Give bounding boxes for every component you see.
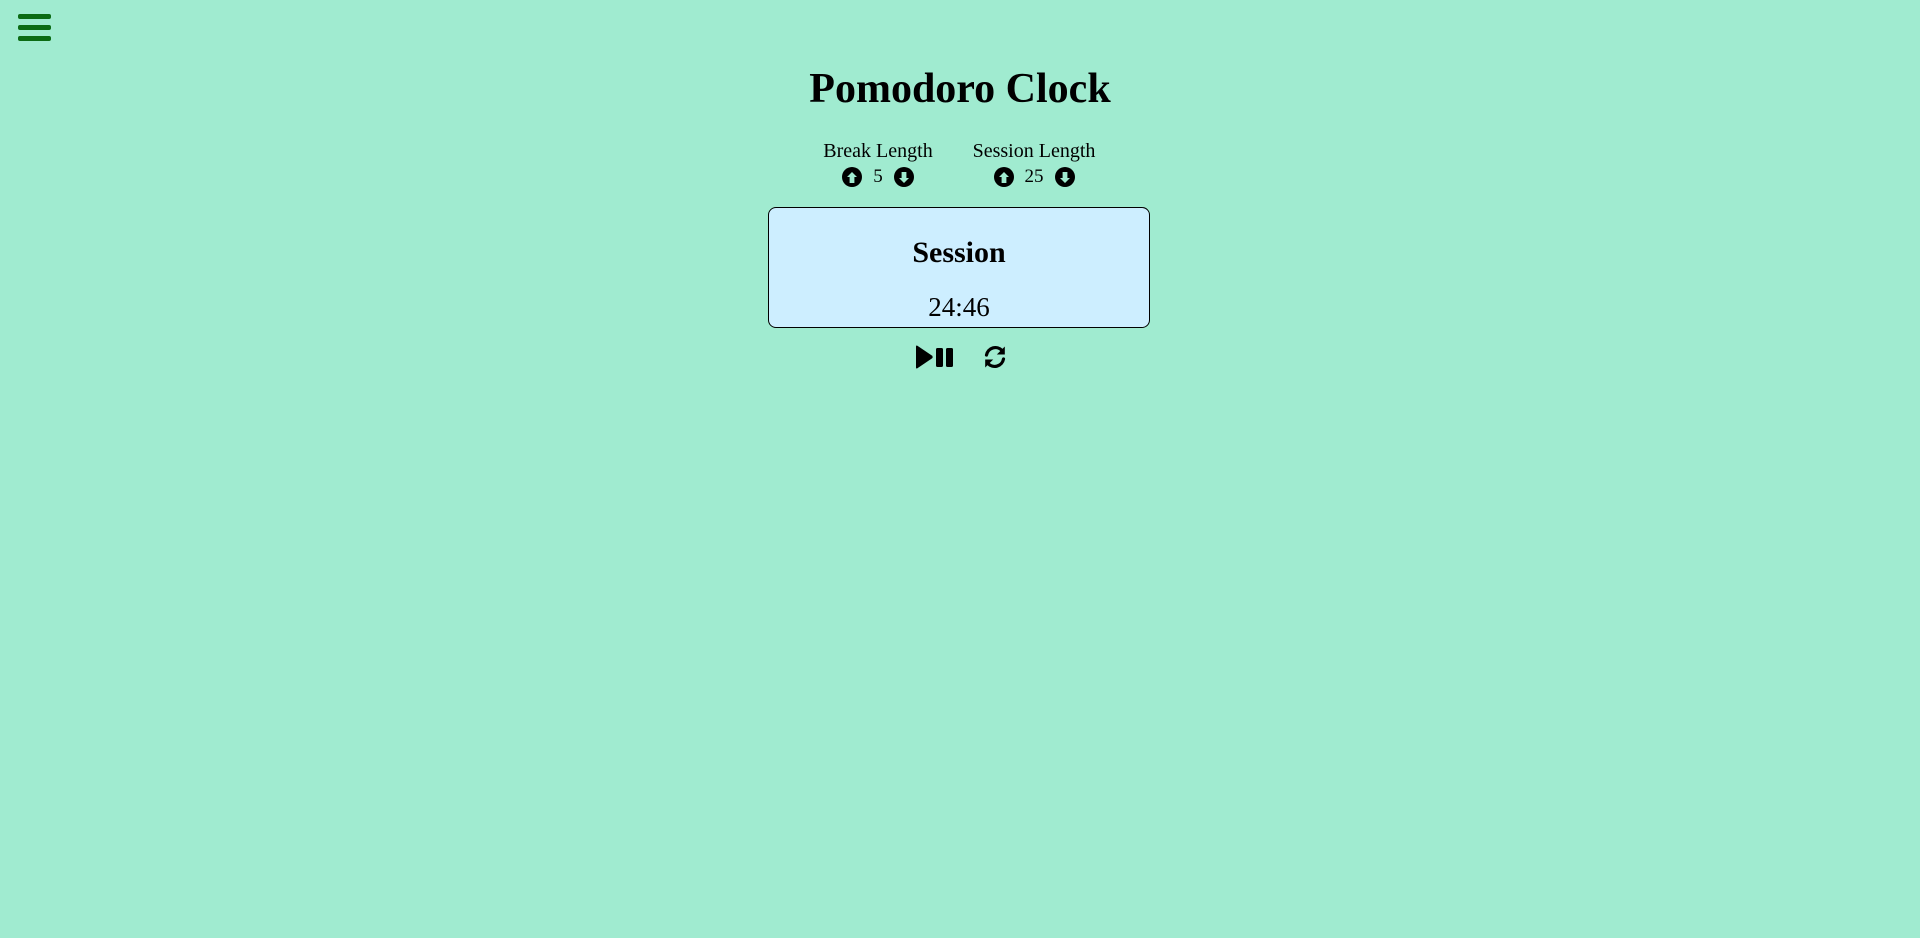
session-length-label: Session Length	[972, 140, 1096, 162]
play-pause-icon	[916, 345, 953, 369]
timer-label: Session	[912, 236, 1006, 269]
arrow-up-icon	[998, 171, 1009, 183]
break-increment-button[interactable]	[842, 167, 863, 187]
arrow-down-icon	[1059, 171, 1070, 183]
break-length-control: Break Length 5	[798, 139, 958, 189]
arrow-up-icon	[847, 171, 858, 183]
session-decrement-button[interactable]	[1054, 167, 1075, 187]
break-length-label: Break Length	[823, 140, 933, 162]
timer-display: Session 24:46	[768, 207, 1150, 328]
page-title: Pomodoro Clock	[809, 66, 1111, 112]
session-length-row: 25	[954, 165, 1114, 189]
session-length-control: Session Length 25	[954, 139, 1114, 189]
time-left: 24:46	[928, 292, 990, 322]
menu-bar	[18, 25, 51, 30]
reset-button[interactable]	[982, 344, 1008, 370]
hamburger-menu-icon[interactable]	[18, 13, 51, 43]
menu-bar	[18, 36, 51, 41]
break-decrement-button[interactable]	[893, 167, 914, 187]
session-length-value: 25	[1024, 166, 1044, 187]
menu-bar	[18, 14, 51, 19]
refresh-icon	[984, 346, 1006, 368]
start-stop-button[interactable]	[915, 345, 955, 369]
session-increment-button[interactable]	[993, 167, 1014, 187]
arrow-down-icon	[898, 171, 909, 183]
break-length-row: 5	[798, 165, 958, 189]
break-length-value: 5	[873, 166, 883, 187]
timer-controls	[0, 343, 1920, 371]
